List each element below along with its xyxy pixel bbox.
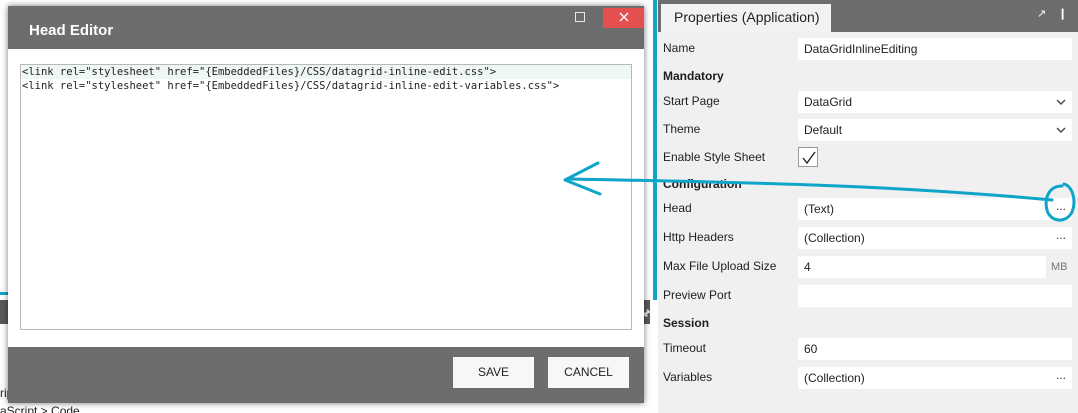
name-field[interactable]: DataGridInlineEditing (798, 38, 1072, 60)
property-label: Theme (663, 122, 701, 136)
property-row-name: Name DataGridInlineEditing (658, 34, 1078, 63)
head-code-editor[interactable]: <link rel="stylesheet" href="{EmbeddedFi… (20, 64, 632, 330)
checkmark-icon (802, 151, 816, 165)
close-button[interactable] (603, 8, 644, 28)
property-label: Head (663, 201, 692, 215)
code-line[interactable]: <link rel="stylesheet" href="{EmbeddedFi… (21, 65, 631, 79)
property-row-head: Head (Text) ... (658, 194, 1078, 223)
properties-header: Properties (Application) ↗ ❙ (658, 0, 1078, 32)
section-session[interactable]: Session (663, 310, 709, 336)
code-line[interactable]: <link rel="stylesheet" href="{EmbeddedFi… (21, 79, 631, 93)
property-label: Name (663, 41, 696, 55)
annotation-line-vertical (653, 0, 657, 300)
dialog-title: Head Editor (29, 22, 114, 39)
property-row-enable-style-sheet: Enable Style Sheet (658, 143, 1078, 172)
property-label: Start Page (663, 94, 720, 108)
property-row-timeout: Timeout 60 (658, 334, 1078, 363)
tab-properties-application[interactable]: Properties (Application) (661, 4, 831, 32)
http-headers-ellipsis-button[interactable]: ... (1056, 224, 1066, 246)
start-page-value: DataGrid (804, 95, 853, 109)
theme-select[interactable]: Default (798, 119, 1072, 141)
section-mandatory[interactable]: Mandatory (663, 63, 724, 89)
head-ellipsis-button[interactable]: ... (1056, 195, 1066, 217)
pin-icon[interactable]: ❙ (1058, 7, 1067, 20)
variables-value: (Collection) (804, 371, 865, 385)
head-field[interactable]: (Text) ... (798, 198, 1072, 220)
enable-style-sheet-checkbox[interactable] (798, 147, 818, 167)
float-icon[interactable]: ↗ (1037, 7, 1046, 20)
preview-port-field[interactable] (798, 285, 1072, 307)
theme-value: Default (804, 123, 843, 137)
property-label: Variables (663, 370, 713, 384)
property-row-max-file-upload: Max File Upload Size 4 MB (658, 252, 1078, 281)
variables-ellipsis-button[interactable]: ... (1056, 364, 1066, 386)
property-label: Timeout (663, 341, 706, 355)
property-label: Max File Upload Size (663, 259, 777, 273)
unit-label: MB (1051, 261, 1068, 273)
property-row-preview-port: Preview Port (658, 281, 1078, 310)
head-value: (Text) (804, 202, 834, 216)
start-page-select[interactable]: DataGrid (798, 91, 1072, 113)
max-file-upload-field[interactable]: 4 (798, 256, 1046, 278)
property-label: Http Headers (663, 230, 734, 244)
timeout-field[interactable]: 60 (798, 338, 1072, 360)
background-breadcrumb: aScript > Code (0, 404, 80, 413)
close-icon (619, 12, 628, 22)
save-button[interactable]: SAVE (453, 357, 534, 388)
property-label: Preview Port (663, 288, 732, 302)
http-headers-value: (Collection) (804, 231, 865, 245)
property-row-start-page: Start Page DataGrid (658, 87, 1078, 116)
http-headers-field[interactable]: (Collection) ... (798, 227, 1072, 249)
maximize-icon[interactable] (574, 12, 586, 24)
dialog-content: <link rel="stylesheet" href="{EmbeddedFi… (8, 49, 644, 347)
cancel-button[interactable]: CANCEL (548, 357, 629, 388)
variables-field[interactable]: (Collection) ... (798, 367, 1072, 389)
property-row-variables: Variables (Collection) ... (658, 363, 1078, 392)
properties-panel: Properties (Application) ↗ ❙ Name DataGr… (658, 0, 1078, 413)
property-label: Enable Style Sheet (663, 150, 766, 164)
property-row-http-headers: Http Headers (Collection) ... (658, 223, 1078, 252)
head-editor-dialog: Head Editor <link rel="stylesheet" href=… (8, 6, 644, 403)
property-row-theme: Theme Default (658, 115, 1078, 144)
dialog-footer: SAVE CANCEL (8, 347, 644, 403)
